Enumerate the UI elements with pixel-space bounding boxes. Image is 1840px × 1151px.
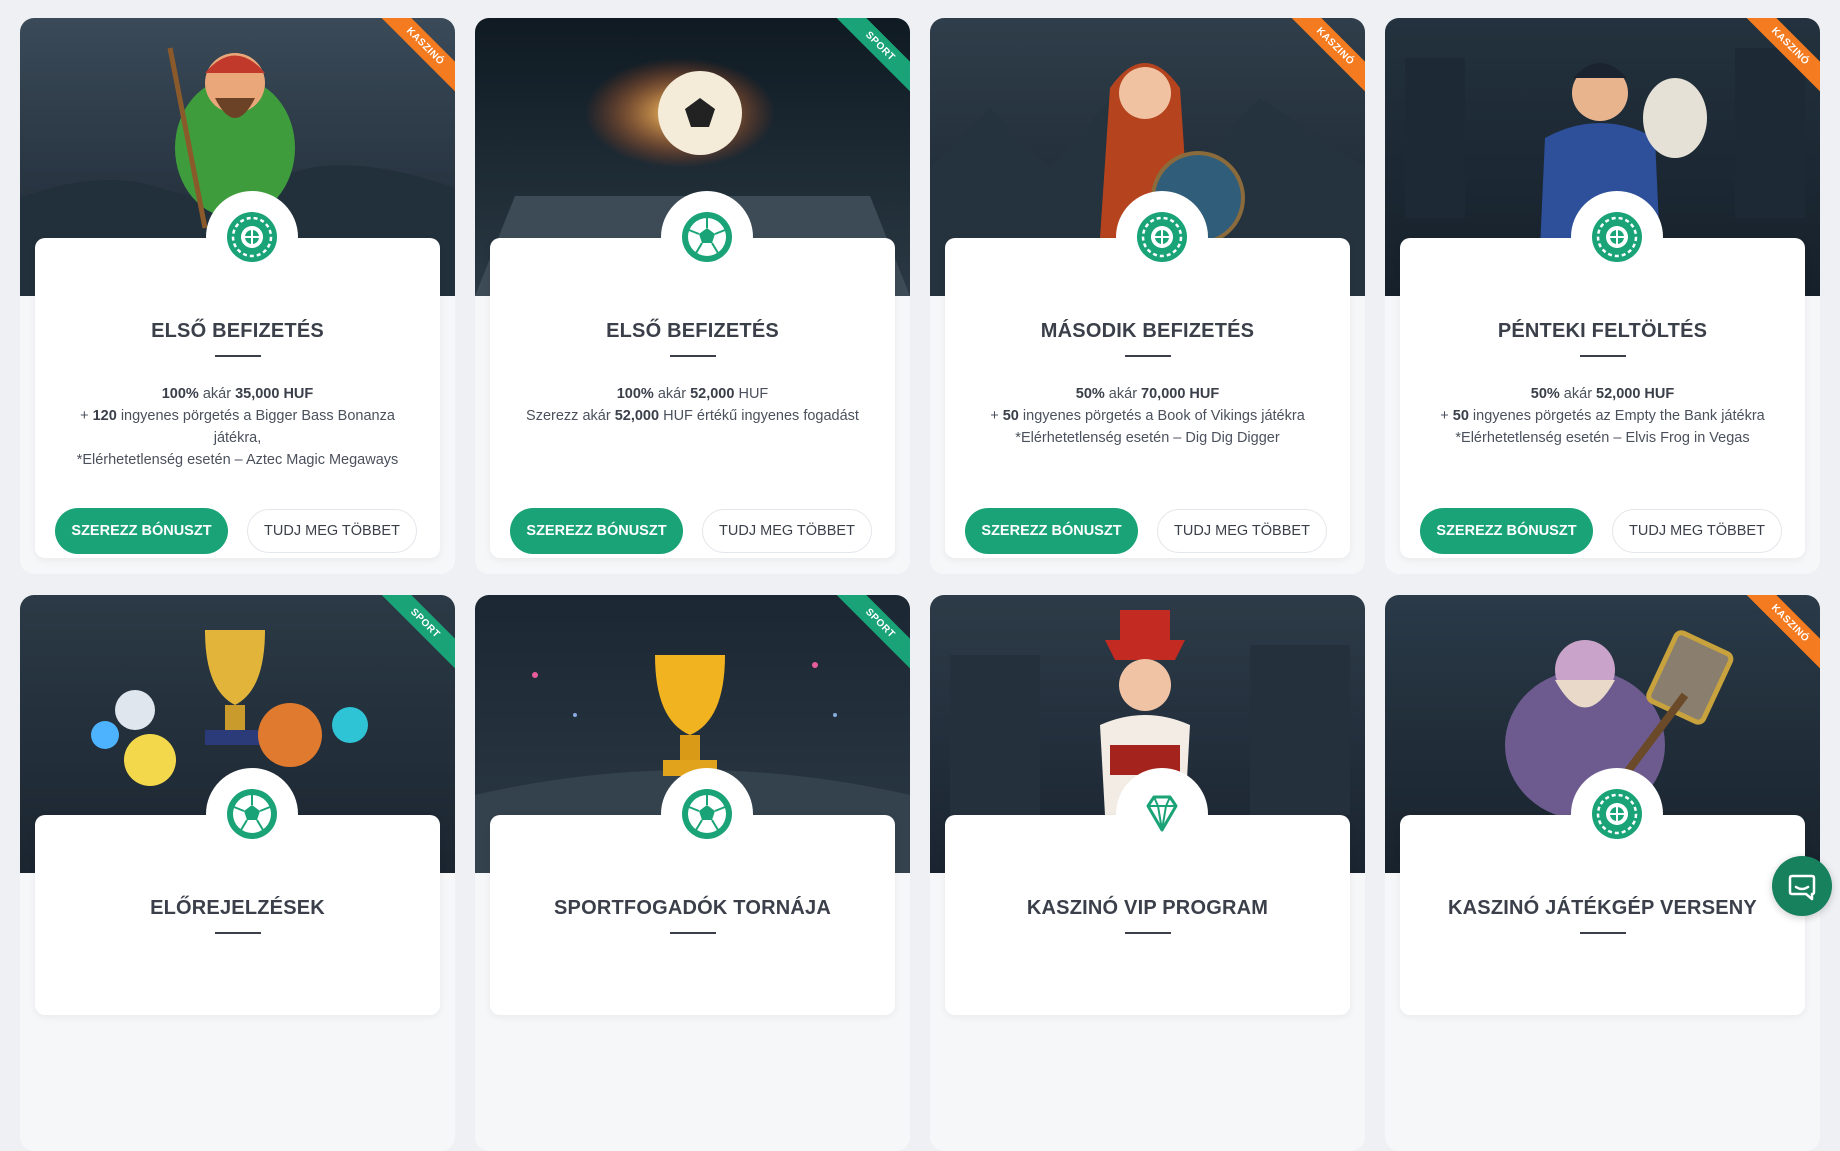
- diamond-icon: [1116, 768, 1208, 860]
- promo-title: KASZINÓ VIP PROGRAM: [1026, 897, 1269, 919]
- promo-description: 100% akár 52,000 HUF Szerezz akár 52,000…: [526, 386, 859, 424]
- promo-content: MÁSODIK BEFIZETÉS 50% akár 70,000 HUF + …: [945, 191, 1350, 558]
- title-divider: [1580, 932, 1626, 934]
- promo-title: ELŐREJELZÉSEK: [150, 897, 325, 919]
- promo-title: ELSŐ BEFIZETÉS: [606, 320, 779, 342]
- promo-content: PÉNTEKI FELTÖLTÉS 50% akár 52,000 HUF + …: [1400, 191, 1805, 558]
- title-divider: [1125, 932, 1171, 934]
- category-ribbon: KASZINÓ: [1740, 595, 1820, 675]
- title-divider: [215, 355, 261, 357]
- promo-card[interactable]: KASZINÓ KASZINÓ JÁTÉKGÉP VERSENY: [1385, 595, 1820, 1151]
- chat-button[interactable]: [1772, 856, 1832, 916]
- football-icon: [661, 768, 753, 860]
- promo-description: 100% akár 35,000 HUF + 120 ingyenes pörg…: [76, 386, 399, 468]
- category-ribbon: SPORT: [830, 595, 910, 675]
- title-divider: [215, 932, 261, 934]
- promo-card[interactable]: SPORT SPORTFOGADÓK TORNÁJA: [475, 595, 910, 1151]
- title-divider: [670, 355, 716, 357]
- learn-more-button[interactable]: TUDJ MEG TÖBBET: [1612, 509, 1782, 553]
- roulette-icon: [206, 191, 298, 283]
- learn-more-button[interactable]: TUDJ MEG TÖBBET: [247, 509, 417, 553]
- category-ribbon: KASZINÓ: [375, 18, 455, 98]
- promo-content: ELSŐ BEFIZETÉS 100% akár 52,000 HUF Szer…: [490, 191, 895, 558]
- chat-icon: [1788, 874, 1816, 901]
- learn-more-button[interactable]: TUDJ MEG TÖBBET: [702, 509, 872, 553]
- promo-card[interactable]: KASZINÓ ELSŐ BEFIZETÉS 100% akár 35,000 …: [20, 18, 455, 574]
- category-ribbon: KASZINÓ: [1740, 18, 1820, 98]
- title-divider: [1125, 355, 1171, 357]
- category-ribbon: SPORT: [830, 18, 910, 98]
- get-bonus-button[interactable]: SZEREZZ BÓNUSZT: [1420, 508, 1593, 554]
- get-bonus-button[interactable]: SZEREZZ BÓNUSZT: [510, 508, 683, 554]
- promo-content: ELSŐ BEFIZETÉS 100% akár 35,000 HUF + 12…: [35, 191, 440, 558]
- promo-card[interactable]: KASZINÓ MÁSODIK BEFIZETÉS 50% akár 70,00…: [930, 18, 1365, 574]
- category-ribbon: SPORT: [375, 595, 455, 675]
- title-divider: [670, 932, 716, 934]
- learn-more-button[interactable]: TUDJ MEG TÖBBET: [1157, 509, 1327, 553]
- promo-content: KASZINÓ VIP PROGRAM: [945, 768, 1350, 1015]
- get-bonus-button[interactable]: SZEREZZ BÓNUSZT: [55, 508, 228, 554]
- get-bonus-button[interactable]: SZEREZZ BÓNUSZT: [965, 508, 1138, 554]
- title-divider: [1580, 355, 1626, 357]
- promo-content: ELŐREJELZÉSEK: [35, 768, 440, 1015]
- promo-description: 50% akár 70,000 HUF + 50 ingyenes pörget…: [990, 386, 1305, 446]
- promo-description: 50% akár 52,000 HUF + 50 ingyenes pörget…: [1440, 386, 1765, 446]
- promo-card[interactable]: SPORT ELŐREJELZÉSEK: [20, 595, 455, 1151]
- promo-card[interactable]: KASZINÓ PÉNTEKI FELTÖLTÉS 50% akár 52,00…: [1385, 18, 1820, 574]
- promo-title: ELSŐ BEFIZETÉS: [151, 320, 324, 342]
- roulette-icon: [1571, 191, 1663, 283]
- football-icon: [206, 768, 298, 860]
- promo-title: PÉNTEKI FELTÖLTÉS: [1497, 320, 1708, 342]
- promo-card[interactable]: SPORT ELSŐ BEFIZETÉS 100% akár 52,000 HU…: [475, 18, 910, 574]
- promo-content: SPORTFOGADÓK TORNÁJA: [490, 768, 895, 1015]
- promo-card[interactable]: KASZINÓ VIP PROGRAM: [930, 595, 1365, 1151]
- promo-title: MÁSODIK BEFIZETÉS: [1040, 320, 1255, 342]
- roulette-icon: [1571, 768, 1663, 860]
- football-icon: [661, 191, 753, 283]
- roulette-icon: [1116, 191, 1208, 283]
- promo-content: KASZINÓ JÁTÉKGÉP VERSENY: [1400, 768, 1805, 1015]
- promo-title: SPORTFOGADÓK TORNÁJA: [554, 897, 831, 919]
- promotions-grid: KASZINÓ ELSŐ BEFIZETÉS 100% akár 35,000 …: [20, 18, 1820, 1151]
- category-ribbon: KASZINÓ: [1285, 18, 1365, 98]
- promo-title: KASZINÓ JÁTÉKGÉP VERSENY: [1448, 897, 1757, 919]
